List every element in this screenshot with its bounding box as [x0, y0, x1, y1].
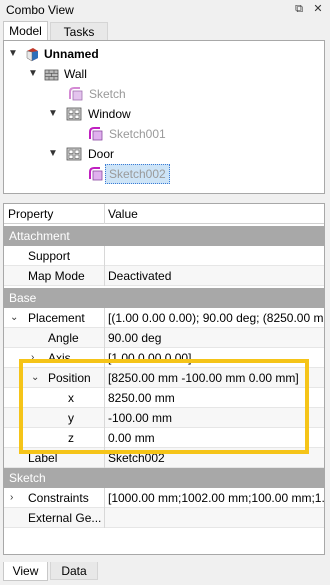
column-header-property[interactable]: Property [4, 204, 105, 224]
property-name: Constraints [4, 488, 105, 508]
property-value[interactable] [105, 508, 324, 528]
sketch-icon [69, 87, 83, 101]
property-value[interactable]: Deactivated [105, 266, 324, 286]
property-value[interactable]: [(1.00 0.00 0.00); 90.00 deg; (8250.00 m… [105, 308, 324, 328]
property-grid-header: Property Value [4, 204, 324, 224]
tree-item-window-sketch[interactable]: Sketch001 [4, 124, 324, 144]
property-name: Axis [4, 348, 105, 368]
property-value[interactable]: 90.00 deg [105, 328, 324, 348]
property-value[interactable] [105, 246, 324, 266]
chevron-down-icon[interactable]: ▼ [8, 44, 18, 64]
window-icon [66, 107, 82, 121]
property-name: Label [4, 448, 105, 468]
tree-item-window[interactable]: ▼ Window [4, 104, 324, 124]
property-value[interactable]: Sketch002 [105, 448, 324, 468]
column-header-value[interactable]: Value [105, 204, 324, 224]
tab-view[interactable]: View [3, 562, 48, 581]
close-icon[interactable]: ✕ [311, 2, 325, 16]
property-value[interactable]: [8250.00 mm -100.00 mm 0.00 mm] [105, 368, 324, 388]
property-name: z [4, 428, 105, 448]
property-name: External Ge... [4, 508, 105, 528]
combo-view-titlebar: Combo View ⧉ ✕ [0, 0, 330, 20]
group-base[interactable]: Base [4, 288, 324, 308]
property-value[interactable]: 0.00 mm [105, 428, 324, 448]
property-row-position[interactable]: ⌄ Position [8250.00 mm -100.00 mm 0.00 m… [4, 368, 324, 388]
bottom-tab-bar: View Data [0, 562, 330, 584]
property-grid: Property Value Attachment Support Map Mo… [3, 203, 325, 555]
tree-item-door[interactable]: ▼ Door [4, 144, 324, 164]
sketch-icon [89, 127, 103, 141]
tree-label-wall-sketch: Sketch [89, 87, 126, 101]
group-attachment[interactable]: Attachment [4, 226, 324, 246]
tree-item-document[interactable]: ▼ Unnamed [4, 44, 324, 64]
chevron-down-icon[interactable]: ▼ [28, 64, 38, 84]
tree-label-window: Window [88, 107, 131, 121]
property-value[interactable]: [1000.00 mm;1002.00 mm;100.00 mm;1... [105, 488, 324, 508]
property-name: Angle [4, 328, 105, 348]
float-icon[interactable]: ⧉ [292, 2, 306, 16]
property-value[interactable]: [1.00 0.00 0.00] [105, 348, 324, 368]
property-row-angle[interactable]: Angle 90.00 deg [4, 328, 324, 348]
property-value[interactable]: 8250.00 mm [105, 388, 324, 408]
model-tree: ▼ Unnamed ▼ Wall Sketch ▼ Window Sketch0… [3, 40, 325, 194]
property-name: x [4, 388, 105, 408]
property-name: Position [4, 368, 105, 388]
property-row-x[interactable]: x 8250.00 mm [4, 388, 324, 408]
tab-data[interactable]: Data [50, 562, 98, 580]
tab-model[interactable]: Model [3, 21, 48, 40]
property-row-placement[interactable]: ⌄ Placement [(1.00 0.00 0.00); 90.00 deg… [4, 308, 324, 328]
property-name: Support [4, 246, 105, 266]
chevron-down-icon[interactable]: ▼ [48, 144, 58, 164]
tab-tasks[interactable]: Tasks [50, 22, 108, 40]
property-name: y [4, 408, 105, 428]
tree-label-wall: Wall [64, 67, 87, 81]
tree-label-window-sketch: Sketch001 [109, 127, 166, 141]
tree-label-door: Door [88, 147, 115, 161]
tree-label-document: Unnamed [44, 47, 99, 61]
property-row-y[interactable]: y -100.00 mm [4, 408, 324, 428]
tree-item-wall-sketch[interactable]: Sketch [4, 84, 324, 104]
property-name: Map Mode [4, 266, 105, 286]
property-value[interactable]: -100.00 mm [105, 408, 324, 428]
window-title: Combo View [6, 3, 74, 17]
property-row-z[interactable]: z 0.00 mm [4, 428, 324, 448]
sketch-icon [89, 167, 103, 181]
property-name: Placement [4, 308, 105, 328]
wall-icon [44, 69, 59, 81]
property-row-axis[interactable]: › Axis [1.00 0.00 0.00] [4, 348, 324, 368]
door-icon [66, 147, 82, 161]
group-sketch[interactable]: Sketch [4, 468, 324, 488]
property-row-constraints[interactable]: › Constraints [1000.00 mm;1002.00 mm;100… [4, 488, 324, 508]
tree-item-door-sketch[interactable]: Sketch002 [4, 164, 324, 184]
document-icon [26, 48, 38, 62]
property-row-map-mode[interactable]: Map Mode Deactivated [4, 266, 324, 286]
tree-label-door-sketch: Sketch002 [105, 164, 170, 184]
tree-item-wall[interactable]: ▼ Wall [4, 64, 324, 84]
property-row-external-geometry[interactable]: External Ge... [4, 508, 324, 528]
property-row-support[interactable]: Support [4, 246, 324, 266]
top-tab-bar: Model Tasks [0, 21, 330, 41]
chevron-down-icon[interactable]: ▼ [48, 104, 58, 124]
property-row-label[interactable]: Label Sketch002 [4, 448, 324, 468]
